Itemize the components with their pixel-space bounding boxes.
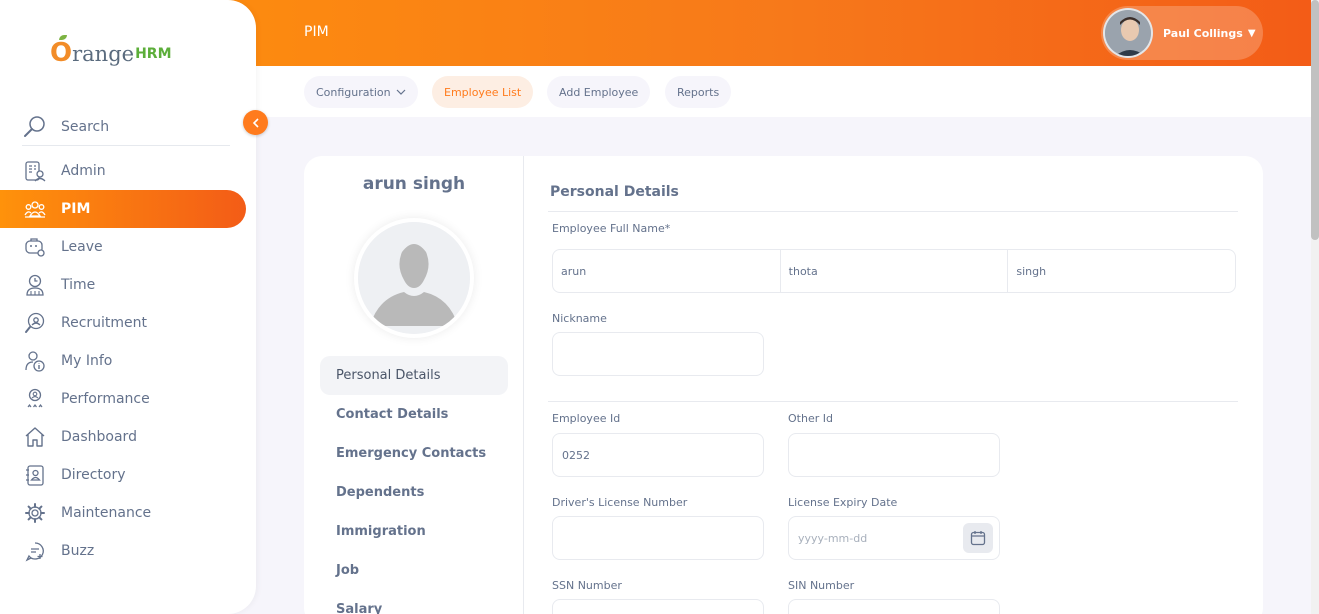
employee-name: arun singh [362,174,466,194]
sidebar-item-my-info[interactable]: My Info [0,342,256,380]
sidebar-collapse-button[interactable] [243,110,268,135]
last-name-input[interactable]: singh [1008,250,1235,292]
logo-o: O [50,35,73,68]
ssn-input[interactable] [552,599,764,614]
tab-configuration-label: Configuration [316,85,391,99]
sidebar-search-label: Search [61,118,110,135]
sidebar-item-directory[interactable]: Directory [0,456,256,494]
sidebar-item-label: Leave [61,239,103,255]
sidebar-item-time[interactable]: Time [0,266,256,304]
sidebar-item-label: Directory [61,467,126,483]
tab-reports[interactable]: Reports [665,76,732,108]
section-title: Personal Details [550,184,679,200]
license-expiry-label: License Expiry Date [788,496,898,509]
sidebar-item-label: Dashboard [61,429,137,445]
sidebar-item-label: PIM [61,201,91,217]
tab-emergency-contacts[interactable]: Emergency Contacts [320,434,508,473]
sidebar-item-label: Admin [61,163,106,179]
other-id-label: Other Id [788,412,833,425]
sidebar-item-pim[interactable]: PIM [0,190,246,228]
sidebar-item-label: Performance [61,391,150,407]
orangehrm-logo[interactable]: O range HRM [50,30,172,66]
tab-immigration[interactable]: Immigration [320,512,508,551]
user-avatar [1103,8,1153,58]
employee-profile-panel: arun singh Personal Details Contact Deta… [304,156,524,614]
tab-dependents[interactable]: Dependents [320,473,508,512]
directory-icon [22,462,48,488]
pim-icon [22,196,48,222]
module-title: PIM [304,24,329,40]
sidebar-item-label: My Info [61,353,113,369]
sidebar-item-label: Buzz [61,543,95,559]
admin-icon [22,158,48,184]
sin-input[interactable] [788,599,1000,614]
full-name-group: arun thota singh [552,249,1236,293]
nickname-input[interactable] [552,332,764,376]
full-name-label: Employee Full Name* [552,222,671,235]
nickname-label: Nickname [552,312,607,325]
form-divider [548,401,1238,402]
user-name: Paul Collings [1163,26,1243,40]
user-menu[interactable]: Paul Collings ▼ [1101,6,1263,60]
dashboard-icon [22,424,48,450]
tab-salary[interactable]: Salary [320,590,508,614]
tab-personal-details[interactable]: Personal Details [320,356,508,395]
calendar-button[interactable] [963,523,993,553]
sidebar-item-maintenance[interactable]: Maintenance [0,494,256,532]
tab-job[interactable]: Job [320,551,508,590]
employee-photo[interactable] [354,218,474,338]
ssn-label: SSN Number [552,579,622,592]
sidebar-item-buzz[interactable]: Buzz [0,532,256,570]
employee-tabs: Personal Details Contact Details Emergen… [320,356,508,614]
sidebar-item-admin[interactable]: Admin [0,152,256,190]
tab-add-employee[interactable]: Add Employee [547,76,651,108]
tab-employee-list[interactable]: Employee List [432,76,534,108]
employee-id-label: Employee Id [552,412,621,425]
tab-configuration[interactable]: Configuration [304,76,418,108]
chevron-left-icon [252,117,259,128]
sidebar-item-performance[interactable]: Performance [0,380,256,418]
first-name-input[interactable]: arun [553,250,781,292]
section-divider [548,211,1238,212]
sin-label: SIN Number [788,579,855,592]
sidebar-item-label: Recruitment [61,315,148,331]
sidebar-menu: Admin PIM Leave Time Recruitment My Info… [0,152,256,570]
other-id-input[interactable] [788,433,1000,477]
search-icon [24,115,45,137]
default-avatar-icon [358,222,470,334]
sidebar-item-label: Maintenance [61,505,152,521]
employee-id-input[interactable]: 0252 [552,433,764,477]
recruitment-icon [22,310,48,336]
license-expiry-input[interactable]: yyyy-mm-dd [788,516,1000,560]
maintenance-icon [22,500,48,526]
license-expiry-placeholder: yyyy-mm-dd [798,531,868,545]
license-input[interactable] [552,516,764,560]
employee-details-card: arun singh Personal Details Contact Deta… [304,156,1263,614]
logo-hrm: HRM [135,46,172,62]
license-label: Driver's License Number [552,496,688,509]
caret-down-icon: ▼ [1247,27,1256,39]
chevron-down-icon [396,89,406,95]
sidebar-item-label: Time [61,277,96,293]
page-scrollbar-thumb[interactable] [1311,0,1319,240]
sidebar-item-dashboard[interactable]: Dashboard [0,418,256,456]
my-info-icon [22,348,48,374]
sidebar: O range HRM Search Admin PIM Leave Time … [0,0,256,614]
middle-name-input[interactable]: thota [781,250,1009,292]
sub-navigation: Configuration Employee List Add Employee… [256,66,1311,117]
tab-contact-details[interactable]: Contact Details [320,395,508,434]
calendar-icon [970,531,986,546]
logo-text: range [72,41,135,66]
performance-icon [22,386,48,412]
time-icon [22,272,48,298]
sidebar-search[interactable]: Search [22,108,230,146]
leave-icon [22,234,48,260]
sidebar-item-recruitment[interactable]: Recruitment [0,304,256,342]
buzz-icon [22,538,48,564]
sidebar-item-leave[interactable]: Leave [0,228,256,266]
